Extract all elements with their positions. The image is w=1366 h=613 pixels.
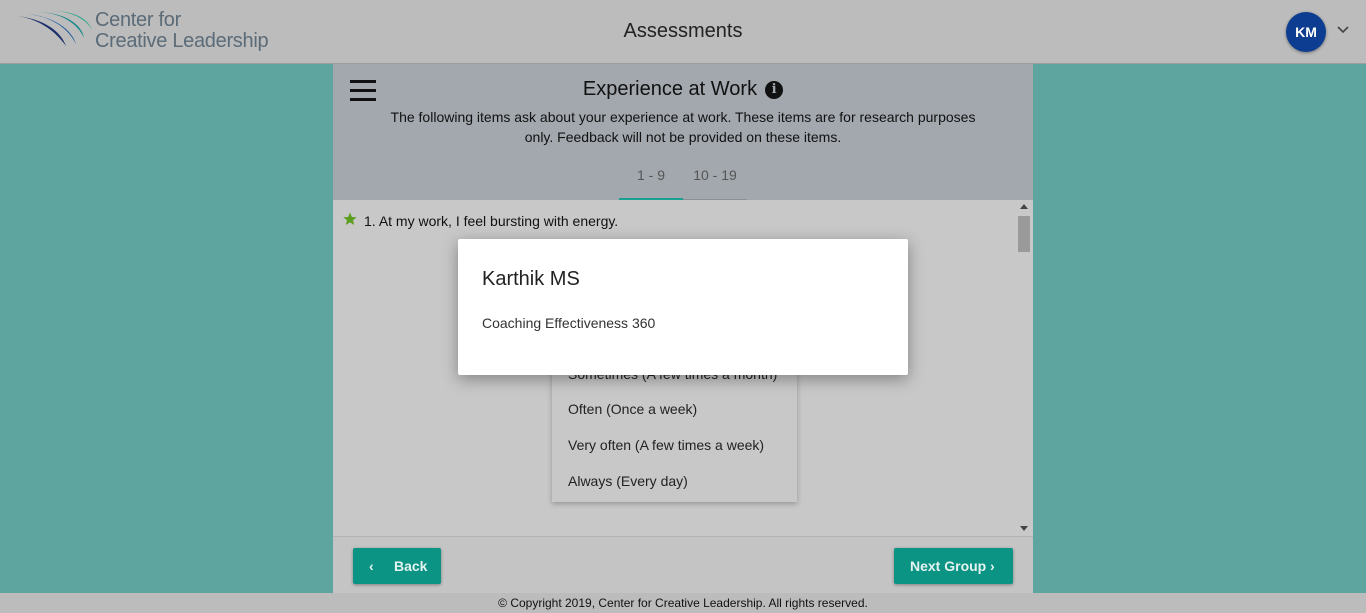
scroll-down-arrow-icon[interactable] (1020, 526, 1028, 531)
app-header: Center for Creative Leadership Assessmen… (0, 0, 1366, 64)
chevron-down-icon[interactable] (1336, 22, 1350, 36)
tab-items-10-19[interactable]: 10 - 19 (683, 167, 747, 200)
dropdown-option[interactable]: Often (Once a week) (568, 401, 697, 417)
dropdown-option[interactable]: Very often (A few times a week) (568, 437, 764, 453)
question-label: At my work, I feel bursting with energy. (378, 213, 619, 229)
response-dropdown: Sometimes (A few times a month) Often (O… (552, 360, 797, 502)
tab-items-1-9[interactable]: 1 - 9 (619, 167, 683, 200)
next-group-button-label: Next Group (910, 558, 987, 574)
participant-modal: Karthik MS Coaching Effectiveness 360 (458, 239, 908, 375)
back-button-label: Back (394, 558, 428, 574)
info-icon[interactable]: i (765, 81, 784, 99)
modal-subtitle: Coaching Effectiveness 360 (482, 315, 656, 331)
navigation-bar: ‹ Back Next Group › (333, 536, 1033, 593)
question-text: 1. At my work, I feel bursting with ener… (364, 213, 618, 229)
modal-title: Karthik MS (482, 268, 580, 290)
page-title: Assessments (623, 20, 743, 42)
scroll-up-arrow-icon[interactable] (1020, 204, 1028, 209)
chevron-left-icon: ‹ (369, 558, 374, 574)
back-button[interactable]: ‹ Back (353, 548, 441, 584)
star-icon (343, 212, 357, 225)
dropdown-option[interactable]: Always (Every day) (568, 473, 688, 489)
question-number: 1. (364, 213, 376, 229)
user-avatar[interactable]: KM (1286, 12, 1326, 52)
copyright-footer: © Copyright 2019, Center for Creative Le… (0, 593, 1366, 613)
section-description: The following items ask about your exper… (390, 109, 976, 145)
chevron-right-icon: › (990, 558, 995, 574)
section-title-text: Experience at Work (582, 78, 758, 100)
section-header: Experience at Work i The following items … (333, 64, 1033, 200)
section-title: Experience at Work i (333, 78, 1033, 101)
scrollbar-thumb[interactable] (1018, 216, 1030, 252)
scrollbar[interactable] (1017, 200, 1031, 536)
next-group-button[interactable]: Next Group › (894, 548, 1013, 584)
